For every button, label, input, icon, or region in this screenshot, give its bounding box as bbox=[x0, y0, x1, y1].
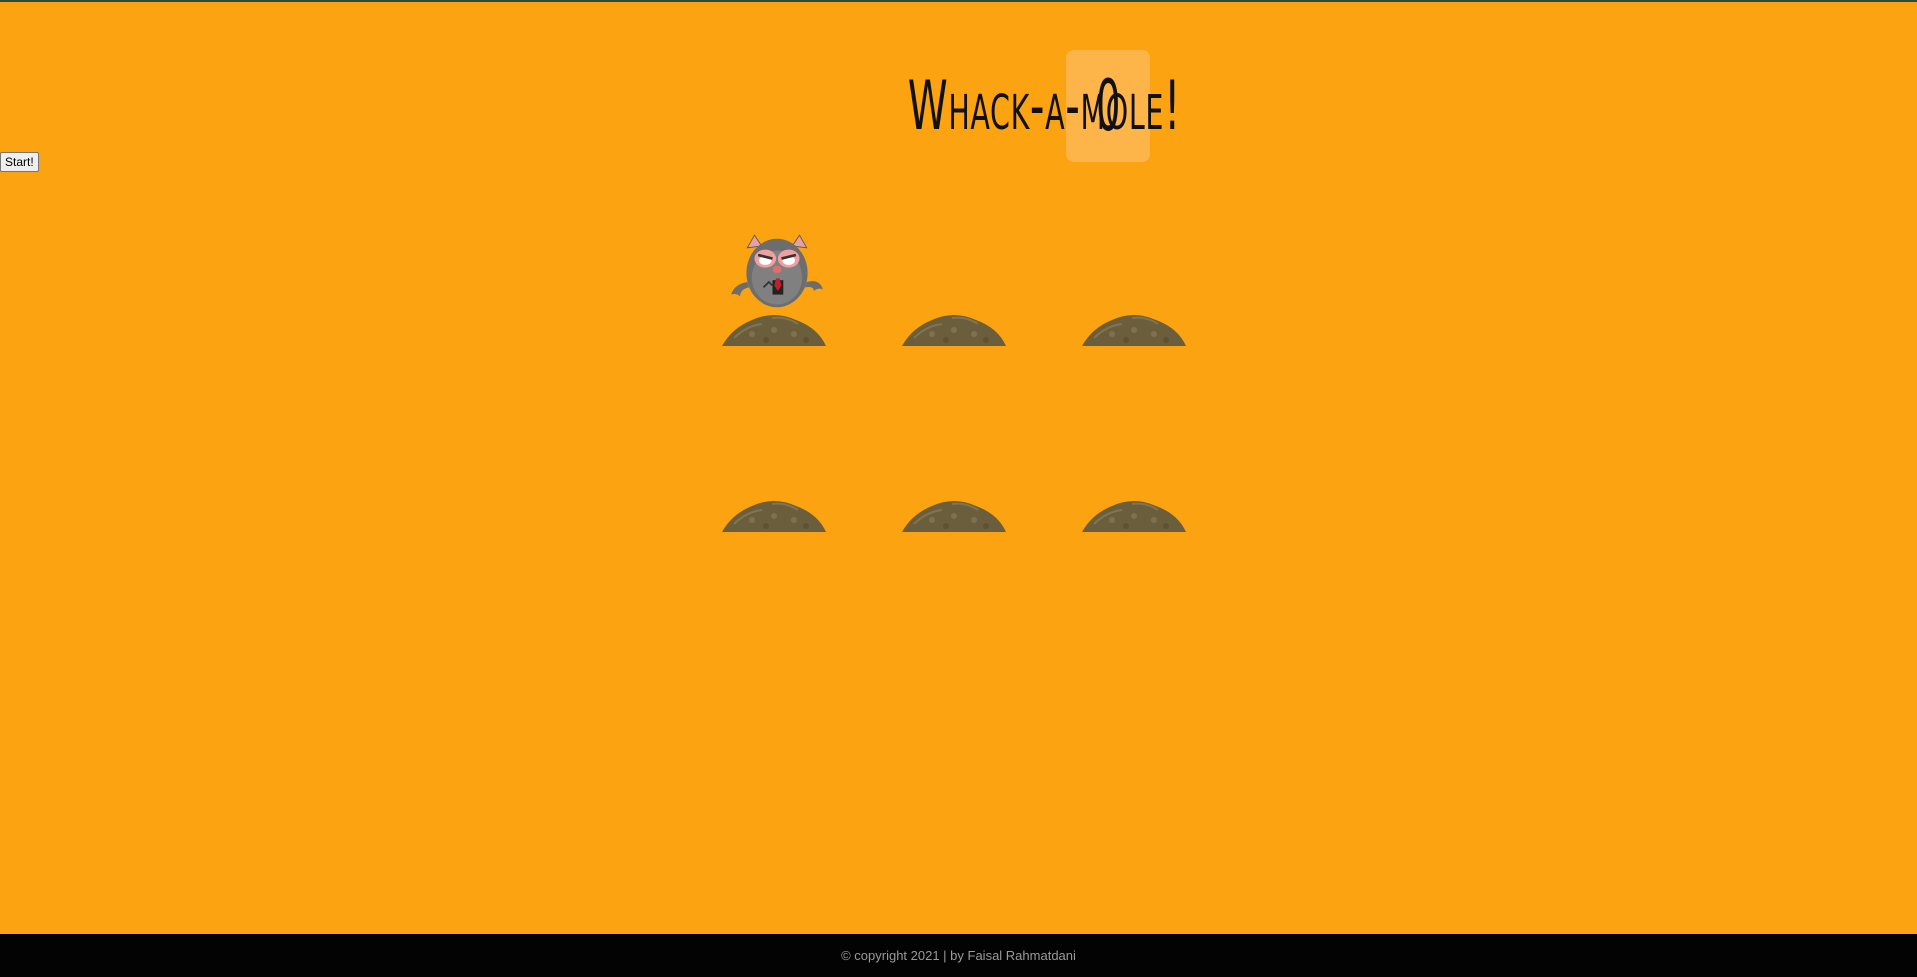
dirt-mound-icon bbox=[902, 501, 1006, 532]
game-board bbox=[0, 0, 1917, 977]
footer: © copyright 2021 | by Faisal Rahmatdani bbox=[0, 934, 1917, 977]
footer-copyright: © copyright 2021 | by Faisal Rahmatdani bbox=[841, 948, 1076, 963]
hole-3[interactable] bbox=[1082, 216, 1186, 346]
hole-2[interactable] bbox=[902, 216, 1006, 346]
hole-1[interactable] bbox=[722, 216, 826, 346]
mole-icon[interactable] bbox=[722, 228, 826, 318]
dirt-mound-icon bbox=[722, 501, 826, 532]
dirt-mound-icon bbox=[722, 315, 826, 346]
dirt-mound-icon bbox=[1082, 501, 1186, 532]
hole-4[interactable] bbox=[722, 402, 826, 532]
hole-5[interactable] bbox=[902, 402, 1006, 532]
hole-6[interactable] bbox=[1082, 402, 1186, 532]
dirt-mound-icon bbox=[902, 315, 1006, 346]
dirt-mound-icon bbox=[1082, 315, 1186, 346]
